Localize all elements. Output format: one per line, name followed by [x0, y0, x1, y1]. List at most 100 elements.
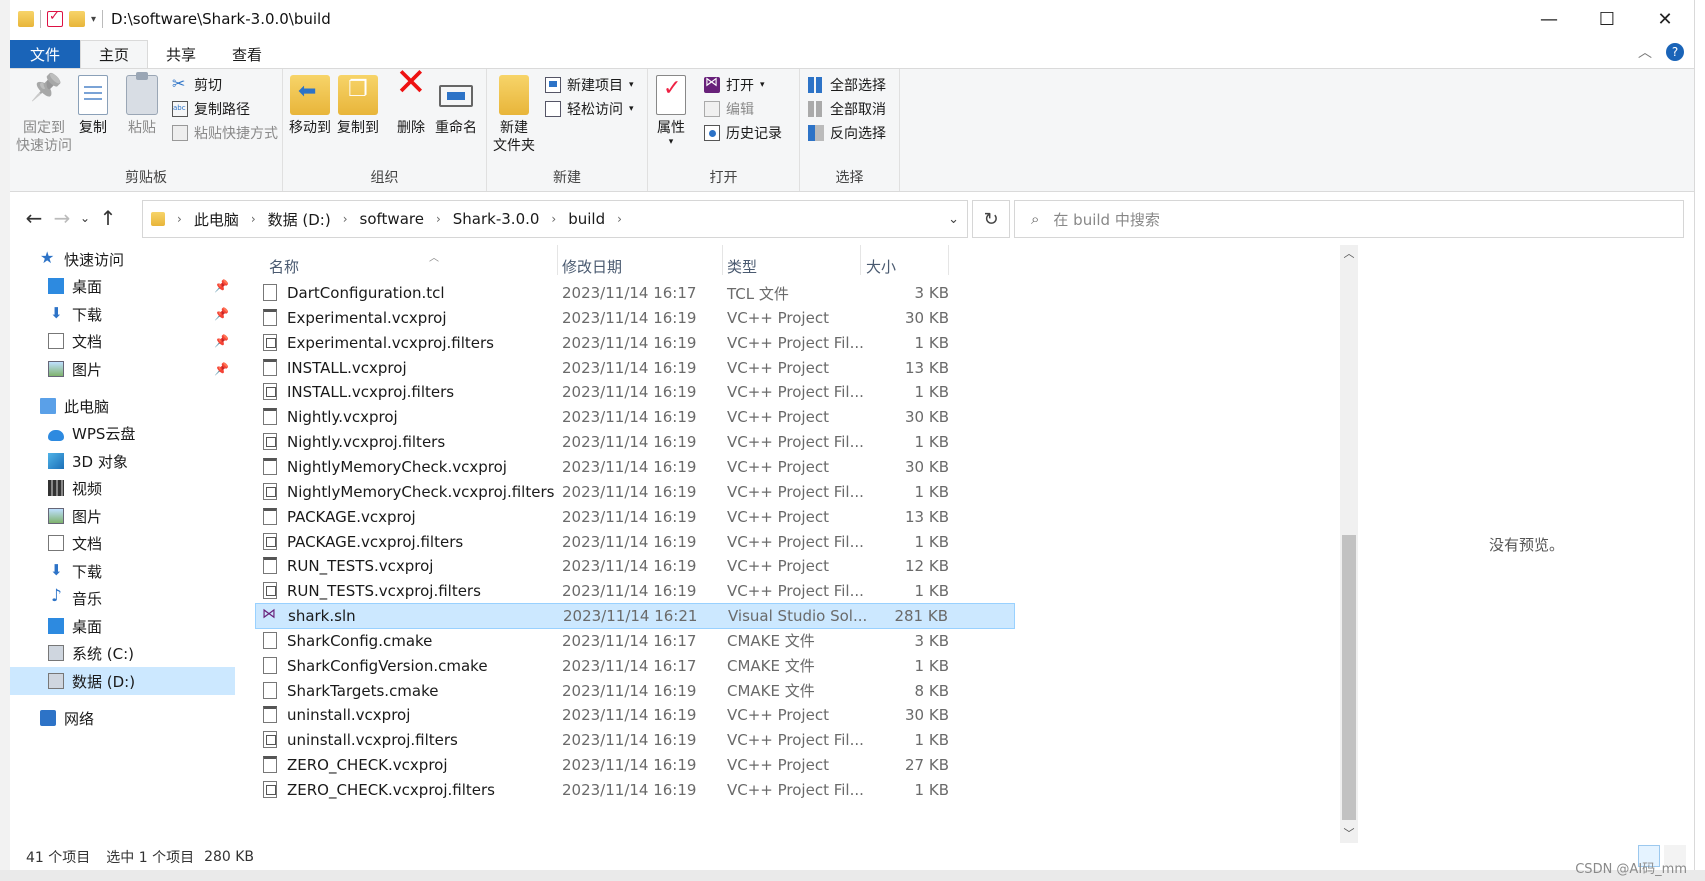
file-row[interactable]: INSTALL.vcxproj 2023/11/14 16:19 VC++ Proj…	[255, 355, 1015, 381]
forward-arrow-icon[interactable]: →	[48, 206, 76, 230]
easy-access-button[interactable]: 轻松访问 ▾	[545, 99, 634, 119]
customize-qa-dropdown-icon[interactable]: ▾	[91, 14, 96, 25]
address-bar[interactable]: › 此电脑 › 数据 (D:) › software › Shark-3.0.0…	[142, 200, 968, 238]
file-row[interactable]: uninstall.vcxproj.filters 2023/11/14 16:1…	[255, 727, 1015, 753]
column-header-type[interactable]: 类型	[727, 253, 857, 279]
select-all-button[interactable]: 全部选择	[808, 75, 886, 95]
maximize-button[interactable]: ☐	[1578, 0, 1636, 38]
breadcrumb-chevron-icon[interactable]: ›	[251, 212, 256, 226]
pin-quick-access-button[interactable]: 固定到 快速访问	[16, 75, 72, 155]
column-header-name[interactable]: 名称 ︿	[269, 253, 559, 279]
refresh-icon[interactable]: ↻	[972, 200, 1010, 238]
breadcrumb-this-pc[interactable]: 此电脑	[194, 209, 239, 230]
breadcrumb-chevron-icon[interactable]: ›	[343, 212, 348, 226]
nav-quick-documents[interactable]: 文档 📌	[10, 327, 235, 355]
nav-quick-downloads[interactable]: 下载 📌	[10, 300, 235, 328]
copy-button[interactable]: 复制	[78, 75, 108, 137]
file-row[interactable]: Nightly.vcxproj 2023/11/14 16:19 VC++ Proj…	[255, 404, 1015, 430]
file-row[interactable]: ZERO_CHECK.vcxproj.filters 2023/11/14 16:…	[255, 777, 1015, 803]
file-row[interactable]: ZERO_CHECK.vcxproj 2023/11/14 16:19 VC++ P…	[255, 752, 1015, 778]
nav-drive-c[interactable]: 系统 (C:)	[10, 639, 235, 667]
tab-file[interactable]: 文件	[10, 40, 81, 68]
address-dropdown-icon[interactable]: ⌄	[948, 212, 959, 227]
file-row[interactable]: shark.sln 2023/11/14 16:21 Visual Studio S…	[255, 603, 1015, 630]
column-header-size[interactable]: 大小	[866, 253, 946, 279]
nav-downloads[interactable]: 下载	[10, 557, 235, 585]
nav-drive-d[interactable]: 数据 (D:)	[10, 667, 235, 695]
move-to-button[interactable]: 移动到	[289, 75, 331, 137]
breadcrumb-chevron-icon[interactable]: ›	[177, 212, 182, 226]
nav-music[interactable]: 音乐	[10, 584, 235, 612]
scroll-down-icon[interactable]: ﹀	[1340, 825, 1358, 843]
copy-path-button[interactable]: 复制路径	[172, 99, 250, 119]
column-header-date[interactable]: 修改日期	[562, 253, 722, 279]
scroll-up-icon[interactable]: ︿	[1340, 245, 1358, 263]
column-divider[interactable]	[722, 245, 723, 275]
file-row[interactable]: PACKAGE.vcxproj 2023/11/14 16:19 VC++ Proj…	[255, 504, 1015, 530]
properties-button[interactable]: 属性 ▾	[656, 75, 686, 147]
minimize-button[interactable]: —	[1520, 0, 1578, 38]
column-divider[interactable]	[860, 245, 861, 275]
file-row[interactable]: RUN_TESTS.vcxproj.filters 2023/11/14 16:1…	[255, 578, 1015, 604]
file-row[interactable]: NightlyMemoryCheck.vcxproj.filters 2023/1…	[255, 479, 1015, 505]
file-row[interactable]: PACKAGE.vcxproj.filters 2023/11/14 16:19 V…	[255, 529, 1015, 555]
new-folder-button[interactable]: 新建 文件夹	[493, 75, 535, 155]
file-row[interactable]: SharkConfigVersion.cmake 2023/11/14 16:17…	[255, 653, 1015, 679]
history-button[interactable]: 历史记录	[704, 123, 782, 143]
breadcrumb-shark[interactable]: Shark-3.0.0	[453, 210, 540, 228]
nav-documents[interactable]: 文档	[10, 529, 235, 557]
open-button[interactable]: 打开 ▾	[704, 75, 765, 95]
new-folder-icon[interactable]	[69, 11, 85, 27]
delete-button[interactable]: 删除	[391, 73, 431, 137]
new-item-button[interactable]: 新建项目 ▾	[545, 75, 634, 95]
tab-share[interactable]: 共享	[148, 40, 214, 68]
nav-pictures[interactable]: 图片	[10, 502, 235, 530]
edit-button[interactable]: 编辑	[704, 99, 754, 119]
cut-button[interactable]: 剪切	[172, 74, 222, 95]
nav-videos[interactable]: 视频	[10, 474, 235, 502]
nav-network[interactable]: 网络	[10, 704, 235, 732]
nav-this-pc[interactable]: 此电脑	[10, 392, 235, 420]
close-button[interactable]: ✕	[1636, 0, 1694, 38]
rename-button[interactable]: 重命名	[435, 75, 477, 137]
file-row[interactable]: DartConfiguration.tcl 2023/11/14 16:17 TCL…	[255, 280, 1015, 306]
file-row[interactable]: SharkTargets.cmake 2023/11/14 16:19 CMAKE …	[255, 678, 1015, 704]
invert-selection-button[interactable]: 反向选择	[808, 123, 886, 143]
vertical-scrollbar[interactable]: ︿ ﹀	[1340, 245, 1358, 843]
breadcrumb-drive-d[interactable]: 数据 (D:)	[268, 209, 331, 230]
paste-shortcut-button[interactable]: 粘贴快捷方式	[172, 123, 278, 143]
breadcrumb-chevron-icon[interactable]: ›	[551, 212, 556, 226]
help-icon[interactable]: ?	[1666, 43, 1684, 61]
file-row[interactable]: SharkConfig.cmake 2023/11/14 16:17 CMAKE 文…	[255, 628, 1015, 654]
nav-quick-access[interactable]: 快速访问	[10, 245, 235, 273]
file-row[interactable]: uninstall.vcxproj 2023/11/14 16:19 VC++ Pr…	[255, 702, 1015, 728]
nav-quick-desktop[interactable]: 桌面 📌	[10, 272, 235, 300]
file-row[interactable]: INSTALL.vcxproj.filters 2023/11/14 16:19 V…	[255, 379, 1015, 405]
breadcrumb-build[interactable]: build	[568, 210, 605, 228]
column-divider[interactable]	[948, 245, 949, 275]
scrollbar-thumb[interactable]	[1342, 535, 1356, 820]
file-row[interactable]: RUN_TESTS.vcxproj 2023/11/14 16:19 VC++ Pr…	[255, 553, 1015, 579]
file-row[interactable]: Nightly.vcxproj.filters 2023/11/14 16:19 V…	[255, 429, 1015, 455]
select-none-button[interactable]: 全部取消	[808, 99, 886, 119]
file-row[interactable]: Experimental.vcxproj 2023/11/14 16:19 VC++…	[255, 305, 1015, 331]
tab-view[interactable]: 查看	[214, 40, 280, 68]
paste-button[interactable]: 粘贴	[126, 72, 158, 137]
nav-desktop[interactable]: 桌面	[10, 612, 235, 640]
nav-3d-objects[interactable]: 3D 对象	[10, 447, 235, 475]
nav-wps-cloud[interactable]: WPS云盘	[10, 419, 235, 447]
tab-home[interactable]: 主页	[80, 40, 149, 68]
breadcrumb-software[interactable]: software	[360, 210, 424, 228]
search-box[interactable]: ⌕ 在 build 中搜索	[1014, 200, 1684, 238]
up-arrow-icon[interactable]: ↑	[94, 206, 122, 230]
breadcrumb-chevron-icon[interactable]: ›	[617, 212, 622, 226]
properties-icon[interactable]	[47, 9, 63, 27]
column-divider[interactable]	[557, 245, 558, 275]
collapse-ribbon-icon[interactable]: ︿	[1638, 42, 1652, 62]
breadcrumb-chevron-icon[interactable]: ›	[436, 212, 441, 226]
file-row[interactable]: NightlyMemoryCheck.vcxproj 2023/11/14 16:…	[255, 454, 1015, 480]
recent-locations-chevron-icon[interactable]: ⌄	[76, 211, 94, 225]
copy-to-button[interactable]: 复制到	[337, 75, 379, 137]
file-row[interactable]: Experimental.vcxproj.filters 2023/11/14 1…	[255, 330, 1015, 356]
back-arrow-icon[interactable]: ←	[20, 206, 48, 230]
